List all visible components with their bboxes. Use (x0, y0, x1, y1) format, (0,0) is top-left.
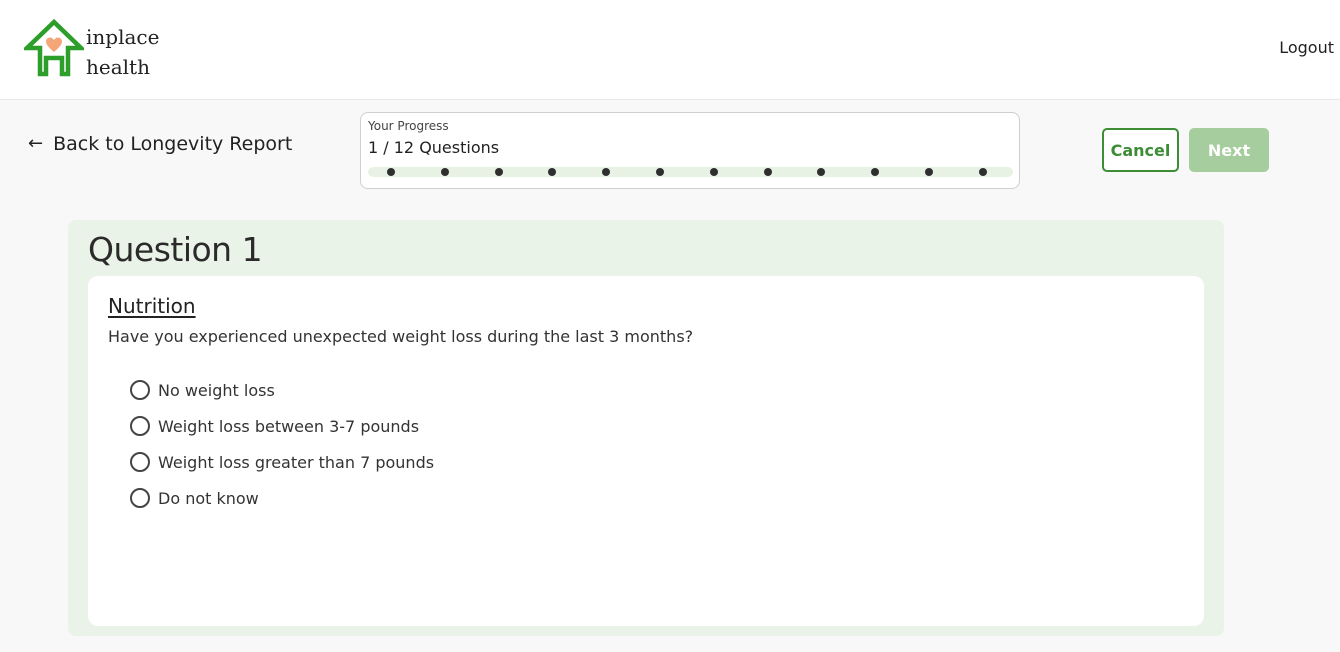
radio-button[interactable] (130, 380, 150, 400)
arrow-left-icon: ← (28, 133, 44, 154)
progress-title: Your Progress (368, 119, 449, 133)
progress-step-dot (548, 168, 557, 176)
progress-count: 1 / 12 Questions (368, 138, 500, 157)
question-text: Have you experienced unexpected weight l… (108, 327, 694, 346)
top-header: inplace health Logout (0, 0, 1340, 100)
progress-step-dot (817, 168, 826, 176)
brand-name: inplace health (86, 22, 159, 82)
progress-card: Your Progress 1 / 12 Questions (360, 112, 1020, 189)
option-label: Weight loss greater than 7 pounds (158, 452, 435, 472)
answer-option[interactable]: Do not know (130, 480, 434, 516)
progress-track (368, 167, 1013, 177)
progress-step-dot (763, 168, 772, 176)
logout-link[interactable]: Logout (1279, 38, 1334, 57)
progress-step-dot (440, 168, 449, 176)
option-label: Do not know (158, 488, 259, 508)
back-link-label: Back to Longevity Report (53, 133, 293, 155)
next-button[interactable]: Next (1189, 128, 1269, 172)
question-panel: Question 1 Nutrition Have you experience… (68, 220, 1224, 636)
option-label: No weight loss (158, 380, 275, 400)
progress-steps (368, 167, 1013, 177)
progress-step-dot (978, 168, 987, 176)
radio-button[interactable] (130, 488, 150, 508)
answer-option[interactable]: Weight loss between 3-7 pounds (130, 408, 434, 444)
progress-step-dot (387, 168, 395, 176)
progress-step-dot (925, 168, 933, 176)
answer-option[interactable]: No weight loss (130, 372, 434, 408)
question-card: Nutrition Have you experienced unexpecte… (88, 276, 1204, 626)
brand-line-2: health (86, 55, 150, 79)
answer-options: No weight loss Weight loss between 3-7 p… (130, 372, 434, 516)
house-heart-icon (24, 18, 84, 77)
radio-button[interactable] (130, 452, 150, 472)
answer-option[interactable]: Weight loss greater than 7 pounds (130, 444, 434, 480)
radio-button[interactable] (130, 416, 150, 436)
brand-logo[interactable]: inplace health (24, 18, 174, 80)
section-title: Nutrition (108, 294, 196, 318)
brand-line-1: inplace (86, 25, 160, 49)
question-heading: Question 1 (88, 230, 263, 269)
progress-step-dot (871, 168, 880, 176)
cancel-button[interactable]: Cancel (1102, 128, 1179, 172)
progress-step-dot (709, 168, 718, 176)
progress-step-dot (602, 168, 611, 176)
progress-step-dot (656, 168, 664, 176)
back-to-report-link[interactable]: ← Back to Longevity Report (28, 133, 292, 155)
option-label: Weight loss between 3-7 pounds (158, 416, 420, 436)
progress-step-dot (494, 168, 503, 176)
